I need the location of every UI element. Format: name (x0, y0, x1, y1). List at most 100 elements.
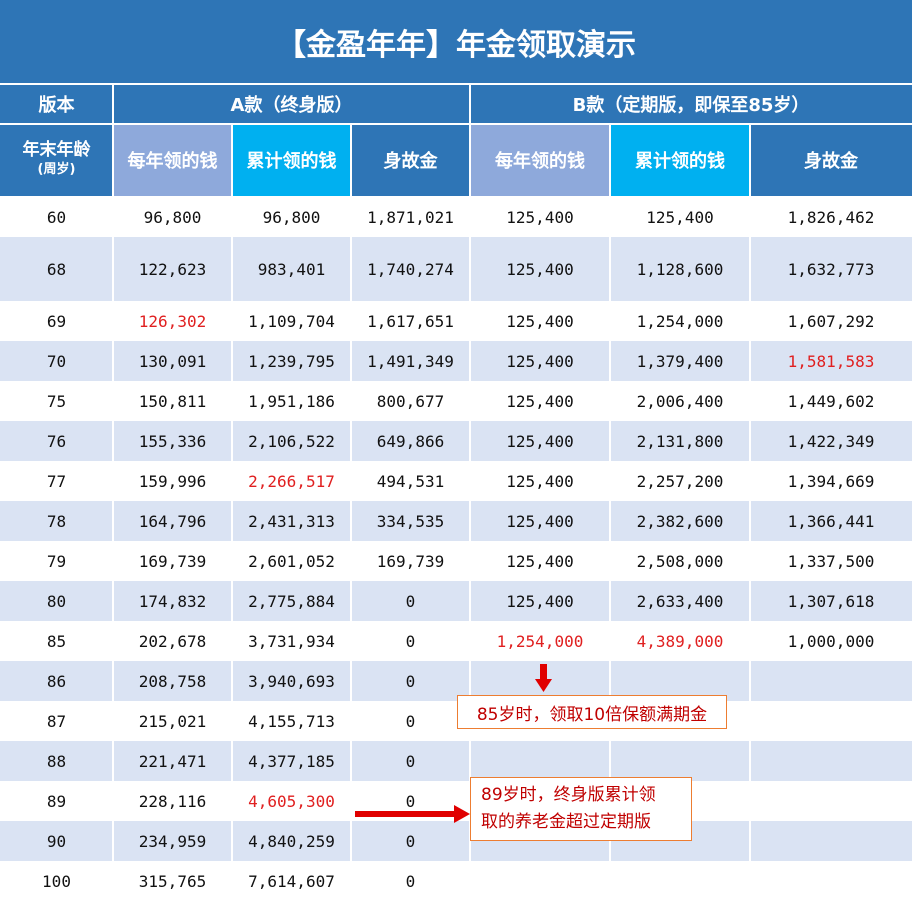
column-divider (231, 197, 233, 901)
cell-b-cum: 2,006,400 (636, 391, 724, 411)
cell-a-death: 1,491,349 (367, 351, 454, 371)
cell-b-annual: 1,254,000 (496, 631, 584, 651)
cell-b-cum: 1,128,600 (636, 259, 724, 279)
table-row: 79 169,739 2,601,052 169,739 125,400 2,508,00… (0, 541, 912, 581)
table-row: 100 315,765 7,614,607 0 (0, 861, 912, 901)
cell-a-death: 0 (405, 831, 416, 851)
table-row: 88 221,471 4,377,185 0 (0, 741, 912, 781)
cell-b-annual (470, 861, 610, 901)
header-divider (0, 123, 912, 125)
cell-b-death: 1,826,462 (787, 207, 875, 227)
cell-age: 100 (42, 871, 71, 891)
cell-b-death: 1,449,602 (787, 391, 875, 411)
cell-age: 87 (46, 711, 67, 731)
cell-a-death: 169,739 (376, 551, 445, 571)
header-divider (609, 124, 611, 196)
cell-a-death: 494,531 (376, 471, 445, 491)
table-row: 75 150,811 1,951,186 800,677 125,400 2,006,40… (0, 381, 912, 421)
cell-a-annual: 228,116 (138, 791, 207, 811)
cell-b-cum: 125,400 (646, 207, 714, 227)
cell-b-cum: 1,254,000 (636, 311, 724, 331)
callout-crossover-line1: 89岁时，终身版累计领 (481, 785, 656, 805)
cell-a-annual: 174,832 (138, 591, 207, 611)
cell-b-death: 1,307,618 (787, 591, 875, 611)
cell-a-death: 0 (405, 711, 416, 731)
cell-b-annual: 125,400 (506, 591, 574, 611)
header-plan-b: B款（定期版，即保至85岁） (470, 84, 912, 124)
cell-b-annual (470, 741, 610, 781)
cell-a-cum: 2,431,313 (248, 511, 335, 531)
cell-b-death: 1,581,583 (787, 351, 875, 371)
cell-a-annual: 126,302 (138, 311, 207, 331)
cell-b-death: 1,000,000 (787, 631, 875, 651)
column-divider (112, 197, 114, 901)
cell-b-death: 1,632,773 (787, 259, 875, 279)
cell-age: 70 (46, 351, 67, 371)
cell-a-annual: 164,796 (138, 511, 207, 531)
cell-a-cum: 3,940,693 (248, 671, 335, 691)
header-divider (749, 124, 751, 196)
table-row: 77 159,996 2,266,517 494,531 125,400 2,257,20… (0, 461, 912, 501)
cell-a-death: 0 (405, 791, 416, 811)
page-title: 【金盈年年】年金领取演示 (0, 0, 912, 84)
table-row: 69 126,302 1,109,704 1,617,651 125,400 1,254,… (0, 301, 912, 341)
cell-a-cum: 7,614,607 (248, 871, 335, 891)
cell-a-annual: 159,996 (138, 471, 207, 491)
cell-a-death: 1,871,021 (367, 207, 454, 227)
header-a-cumulative: 累计领的钱 (232, 124, 351, 196)
cell-a-cum: 2,266,517 (248, 471, 335, 491)
cell-b-death (750, 661, 912, 701)
cell-age: 76 (46, 431, 67, 451)
callout-crossover-line2: 取的养老金超过定期版 (481, 812, 651, 832)
header-divider (0, 83, 912, 85)
table-row: 87 215,021 4,155,713 0 (0, 701, 912, 741)
cell-b-death: 1,337,500 (787, 551, 875, 571)
cell-b-cum: 2,633,400 (636, 591, 724, 611)
cell-a-cum: 4,377,185 (248, 751, 335, 771)
table-row: 78 164,796 2,431,313 334,535 125,400 2,382,60… (0, 501, 912, 541)
cell-a-annual: 202,678 (138, 631, 207, 651)
cell-a-annual: 122,623 (138, 259, 207, 279)
cell-age: 79 (46, 551, 67, 571)
cell-a-death: 1,617,651 (367, 311, 454, 331)
cell-a-annual: 215,021 (138, 711, 207, 731)
cell-age: 60 (46, 207, 67, 227)
cell-b-cum: 2,382,600 (636, 511, 724, 531)
header-b-cumulative: 累计领的钱 (610, 124, 750, 196)
header-version: 版本 (0, 84, 113, 124)
cell-a-cum: 4,155,713 (248, 711, 335, 731)
cell-b-cum (610, 861, 750, 901)
cell-b-annual: 125,400 (506, 311, 574, 331)
header-a-death: 身故金 (351, 124, 470, 196)
cell-a-cum: 4,840,259 (248, 831, 335, 851)
column-divider (350, 197, 352, 901)
cell-a-death: 800,677 (376, 391, 445, 411)
column-divider (749, 197, 751, 901)
cell-a-death: 0 (405, 751, 416, 771)
table-row: 86 208,758 3,940,693 0 (0, 661, 912, 701)
cell-b-annual: 125,400 (506, 207, 574, 227)
cell-b-annual: 125,400 (506, 431, 574, 451)
cell-a-annual: 208,758 (138, 671, 207, 691)
cell-b-death (750, 781, 912, 821)
header-age-label: 年末年龄 (22, 140, 91, 160)
cell-b-cum: 1,379,400 (636, 351, 724, 371)
cell-age: 69 (46, 311, 67, 331)
cell-a-annual: 155,336 (138, 431, 207, 451)
callout-crossover: 89岁时，终身版累计领 取的养老金超过定期版 (470, 777, 692, 841)
header-b-annual: 每年领的钱 (470, 124, 610, 196)
cell-a-death: 0 (405, 631, 416, 651)
cell-b-annual: 125,400 (506, 259, 574, 279)
cell-a-annual: 150,811 (138, 391, 207, 411)
cell-b-annual: 125,400 (506, 391, 574, 411)
cell-age: 80 (46, 591, 67, 611)
table-row: 68 122,623 983,401 1,740,274 125,400 1,128,60… (0, 237, 912, 301)
cell-a-cum: 2,775,884 (248, 591, 335, 611)
header-divider (112, 84, 114, 196)
header-b-death: 身故金 (750, 124, 912, 196)
cell-a-death: 649,866 (376, 431, 445, 451)
header-age-sub: (周岁) (37, 162, 76, 177)
cell-a-annual: 221,471 (138, 751, 207, 771)
cell-age: 88 (46, 751, 67, 771)
header-divider (350, 124, 352, 196)
